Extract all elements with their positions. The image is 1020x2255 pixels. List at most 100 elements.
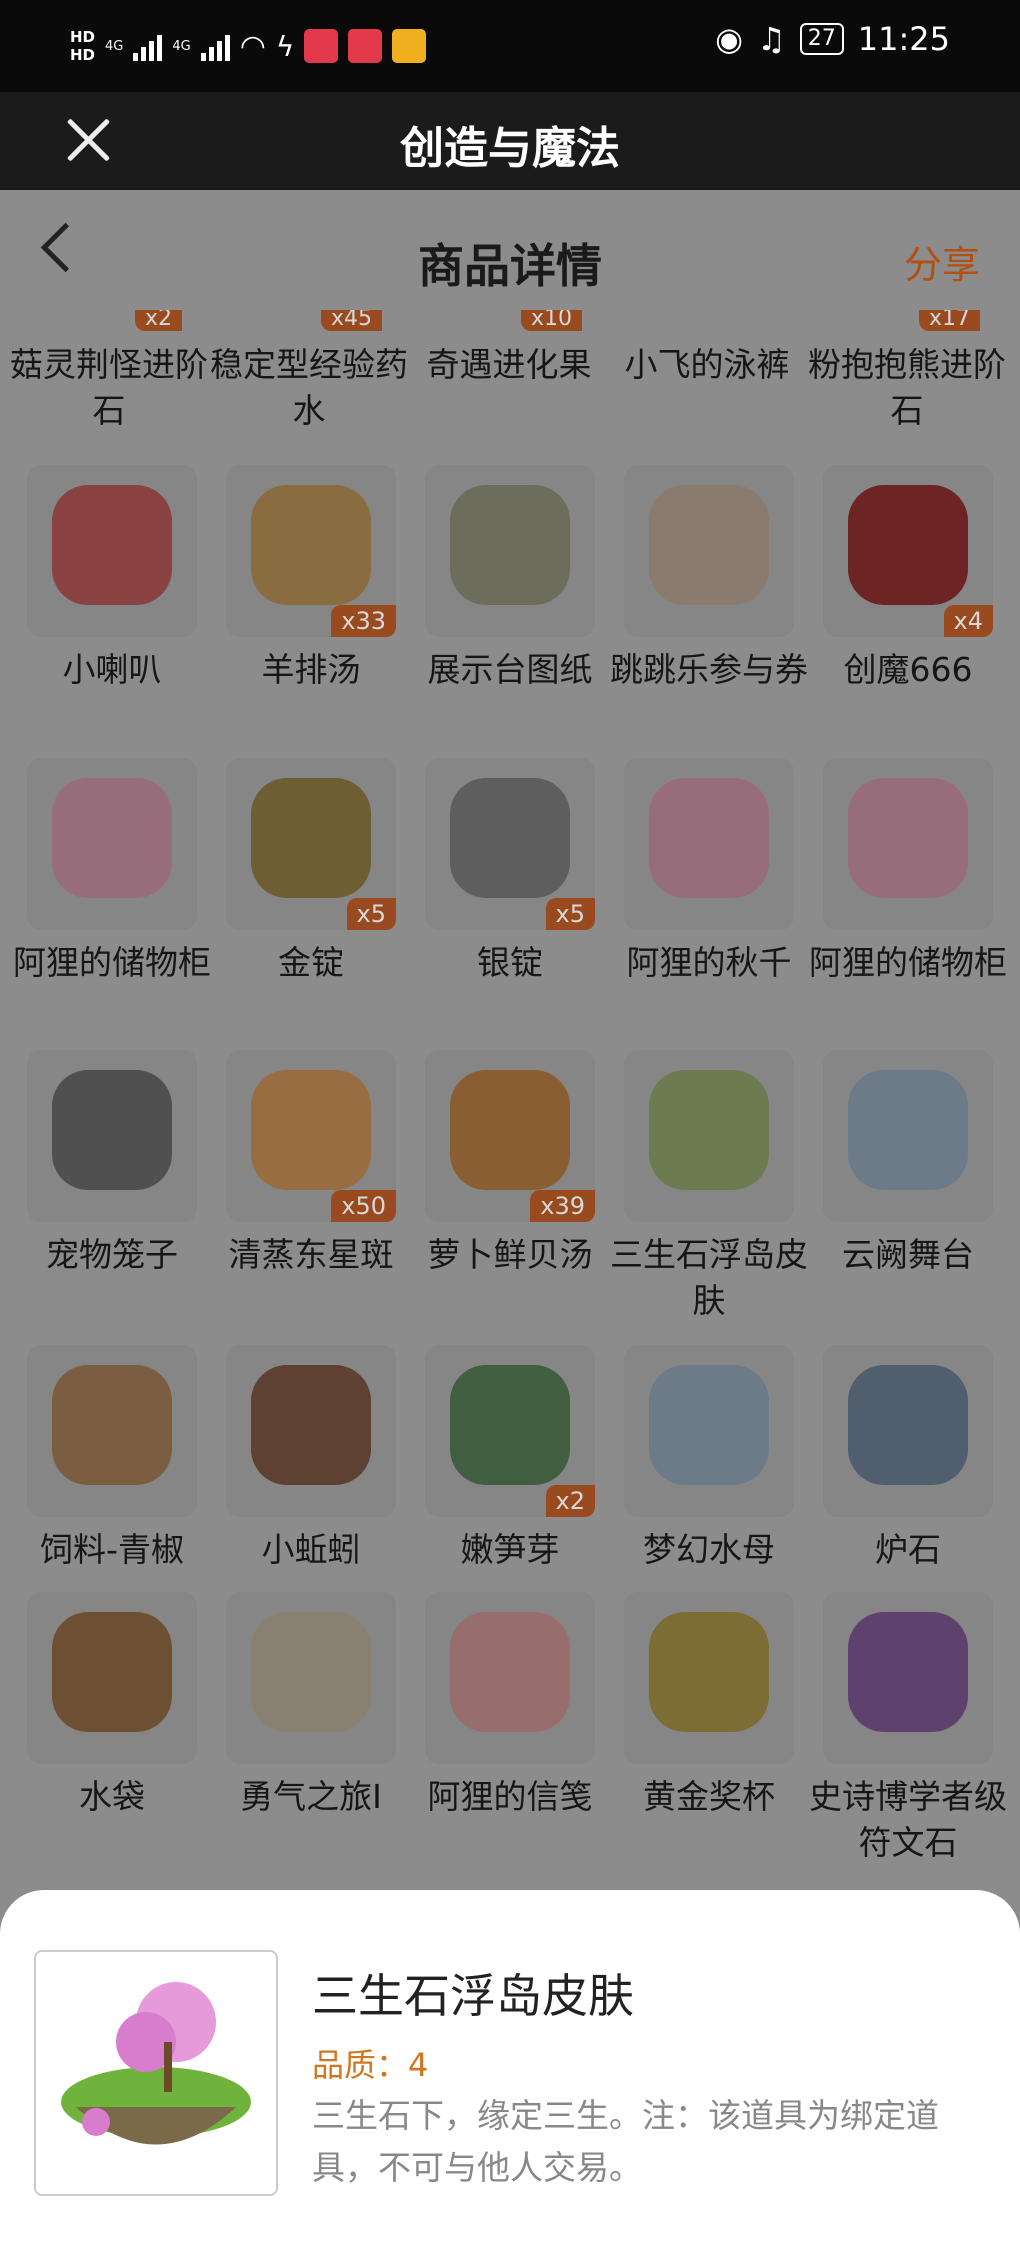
item-icon xyxy=(848,1365,968,1485)
item-count-badge: x50 xyxy=(331,1190,396,1222)
item-name: 金锭 xyxy=(278,943,344,982)
item-cell[interactable]: 史诗博学者级符文石 xyxy=(809,1592,1007,1866)
item-icon xyxy=(848,1070,968,1190)
item-icon xyxy=(450,1070,570,1190)
floating-island-icon xyxy=(61,1982,251,2145)
item-cell[interactable]: 跳跳乐参与券 xyxy=(610,465,808,693)
item-count-badge: x45 xyxy=(320,310,382,331)
item-cell[interactable]: 小飞的泳裤 xyxy=(608,310,806,388)
item-thumbnail xyxy=(624,1345,794,1517)
time: 11:25 xyxy=(857,20,950,58)
item-thumbnail: x33 xyxy=(226,465,396,637)
item-cell[interactable]: 勇气之旅I xyxy=(212,1592,410,1820)
item-cell[interactable]: x2 菇灵荆怪进阶石 xyxy=(10,310,208,434)
bell-muted-icon: ♫ xyxy=(757,20,786,58)
network-label-1: 4G xyxy=(105,38,124,54)
item-icon xyxy=(848,778,968,898)
item-cell[interactable]: 黄金奖杯 xyxy=(610,1592,808,1820)
item-name: 跳跳乐参与券 xyxy=(610,650,808,689)
item-name: 嫩笋芽 xyxy=(460,1530,560,1569)
item-thumbnail: x2 xyxy=(425,1345,595,1517)
status-left: HD HD 4G 4G ◠ ϟ xyxy=(70,28,427,64)
item-icon xyxy=(251,485,371,605)
item-name: 展示台图纸 xyxy=(427,650,593,689)
item-count-badge: x17 xyxy=(918,310,980,331)
item-cell[interactable]: 炉石 xyxy=(809,1345,1007,1573)
item-cell[interactable]: 展示台图纸 xyxy=(411,465,609,693)
item-name: 梦幻水母 xyxy=(643,1530,775,1569)
item-icon xyxy=(848,485,968,605)
item-cell[interactable]: 梦幻水母 xyxy=(610,1345,808,1573)
item-name: 宠物笼子 xyxy=(46,1235,178,1274)
item-detail-image xyxy=(34,1950,278,2196)
item-cell[interactable]: x10 奇遇进化果 xyxy=(410,310,608,388)
item-name: 阿狸的储物柜 xyxy=(13,943,211,982)
signal-icon xyxy=(133,31,163,61)
item-name: 水袋 xyxy=(79,1777,145,1816)
item-cell[interactable]: 阿狸的储物柜 xyxy=(13,758,211,986)
item-thumbnail xyxy=(27,1592,197,1764)
item-cell[interactable]: 饲料-青椒 xyxy=(13,1345,211,1573)
item-name: 炉石 xyxy=(875,1530,941,1569)
status-bar: HD HD 4G 4G ◠ ϟ ◉ ♫ 27 11:25 xyxy=(0,0,1020,92)
item-cell[interactable]: x5 银锭 xyxy=(411,758,609,986)
item-name: 阿狸的秋千 xyxy=(626,943,792,982)
hd-label-1: HD xyxy=(70,28,96,46)
item-thumbnail xyxy=(624,465,794,637)
item-detail-sheet: 三生石浮岛皮肤 品质：4 三生石下，缘定三生。注：该道具为绑定道具，不可与他人交… xyxy=(0,1890,1020,2255)
item-cell[interactable]: x2 嫩笋芽 xyxy=(411,1345,609,1573)
item-cell[interactable]: 小喇叭 xyxy=(13,465,211,693)
item-cell[interactable]: 阿狸的信笺 xyxy=(411,1592,609,1820)
item-cell[interactable]: 三生石浮岛皮肤 xyxy=(610,1050,808,1324)
item-icon xyxy=(649,1070,769,1190)
item-cell[interactable]: x17 粉抱抱熊进阶石 xyxy=(808,310,1006,434)
sim-indicator: HD HD xyxy=(70,28,95,64)
item-cell[interactable]: x45 稳定型经验药水 xyxy=(210,310,408,434)
item-name: 饲料-青椒 xyxy=(40,1530,184,1569)
item-count-badge: x33 xyxy=(331,605,396,637)
item-cell[interactable]: x39 萝卜鲜贝汤 xyxy=(411,1050,609,1278)
network-label-2: 4G xyxy=(172,38,191,54)
item-cell[interactable]: 宠物笼子 xyxy=(13,1050,211,1278)
item-thumbnail xyxy=(27,1050,197,1222)
item-icon xyxy=(649,1612,769,1732)
item-thumbnail: x4 xyxy=(823,465,993,637)
item-count-badge: x2 xyxy=(545,1485,595,1517)
item-cell[interactable]: x5 金锭 xyxy=(212,758,410,986)
app-notification-icon xyxy=(304,29,339,63)
item-icon xyxy=(649,778,769,898)
item-cell[interactable]: 小蚯蚓 xyxy=(212,1345,410,1573)
item-name: 小蚯蚓 xyxy=(261,1530,361,1569)
item-cell[interactable]: 水袋 xyxy=(13,1592,211,1820)
item-grid: x2 菇灵荆怪进阶石 x45 稳定型经验药水 x10 奇遇进化果 小飞的泳裤 x… xyxy=(0,310,1020,1920)
item-icon xyxy=(251,1070,371,1190)
item-cell[interactable]: x33 羊排汤 xyxy=(212,465,410,693)
app-title: 创造与魔法 xyxy=(400,123,620,174)
item-name: 三生石浮岛皮肤 xyxy=(610,1235,808,1320)
item-row-partial: x2 菇灵荆怪进阶石 x45 稳定型经验药水 x10 奇遇进化果 小飞的泳裤 x… xyxy=(0,310,1020,440)
item-name: 羊排汤 xyxy=(261,650,361,689)
item-icon xyxy=(52,778,172,898)
item-name: 清蒸东星斑 xyxy=(228,1235,394,1274)
item-cell[interactable]: x4 创魔666 xyxy=(809,465,1007,693)
item-thumbnail xyxy=(823,1050,993,1222)
item-icon xyxy=(52,485,172,605)
item-count-badge: x39 xyxy=(530,1190,595,1222)
item-cell[interactable]: x50 清蒸东星斑 xyxy=(212,1050,410,1278)
item-icon xyxy=(649,485,769,605)
item-count-badge: x4 xyxy=(943,605,993,637)
item-name: 小飞的泳裤 xyxy=(624,345,790,384)
item-cell[interactable]: 云阙舞台 xyxy=(809,1050,1007,1278)
item-icon xyxy=(251,778,371,898)
item-count-badge: x5 xyxy=(346,898,396,930)
item-name: 银锭 xyxy=(477,943,543,982)
item-detail-name: 三生石浮岛皮肤 xyxy=(312,1969,634,2023)
item-thumbnail xyxy=(226,1345,396,1517)
item-thumbnail xyxy=(425,1592,595,1764)
item-icon xyxy=(52,1612,172,1732)
share-button[interactable]: 分享 xyxy=(904,234,980,289)
item-cell[interactable]: 阿狸的秋千 xyxy=(610,758,808,986)
item-cell[interactable]: 阿狸的储物柜 xyxy=(809,758,1007,986)
item-thumbnail xyxy=(624,1050,794,1222)
item-icon xyxy=(251,1365,371,1485)
